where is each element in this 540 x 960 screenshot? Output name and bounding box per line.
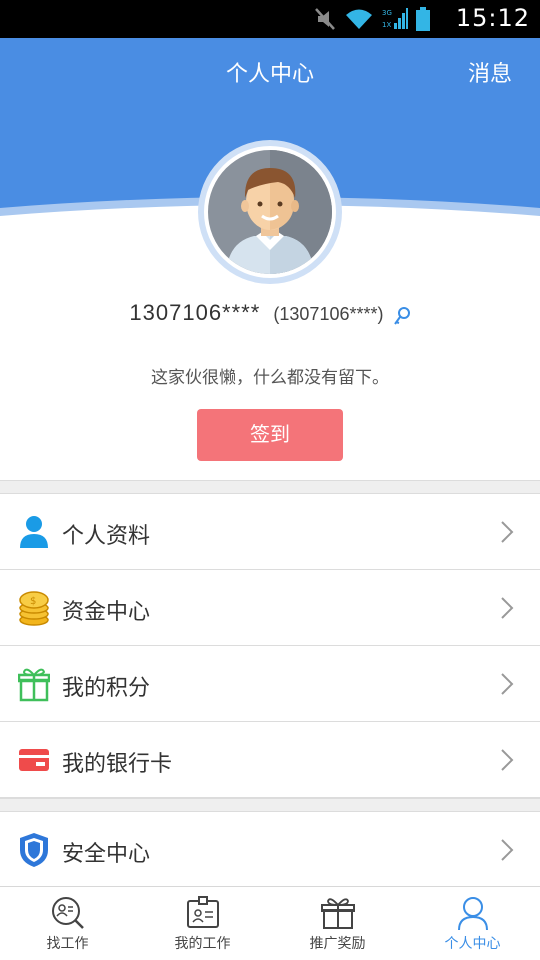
menu-item-label: 资金中心 <box>62 600 151 625</box>
menu-item-bank-card[interactable]: 我的银行卡 <box>0 722 540 798</box>
chevron-right-icon <box>501 521 514 543</box>
avatar-illustration <box>208 150 332 274</box>
menu-item-label: 我的积分 <box>62 676 151 701</box>
shield-icon <box>20 833 48 867</box>
svg-text:3G: 3G <box>382 9 392 17</box>
chevron-right-icon <box>501 749 514 771</box>
tab-referral-rewards[interactable]: 推广奖励 <box>270 887 405 960</box>
signal-icon: 3G 1X <box>382 8 408 29</box>
avatar[interactable] <box>198 140 342 284</box>
page-title: 个人中心 <box>225 62 314 87</box>
key-icon[interactable] <box>393 306 411 326</box>
menu-item-profile[interactable]: 个人资料 <box>0 494 540 570</box>
section-divider <box>0 480 540 494</box>
section-divider <box>0 798 540 812</box>
coins-icon: $ <box>19 591 49 626</box>
id-badge-icon <box>186 896 219 928</box>
menu-item-security[interactable]: 安全中心 <box>0 812 540 888</box>
bank-card-icon <box>19 749 49 771</box>
menu-item-label: 安全中心 <box>62 842 151 867</box>
search-resume-icon <box>51 897 84 929</box>
tab-my-jobs[interactable]: 我的工作 <box>135 887 270 960</box>
battery-icon <box>416 7 430 31</box>
chevron-right-icon <box>501 673 514 695</box>
person-icon <box>20 516 48 548</box>
username-row: 1307106**** (1307106****) <box>0 300 540 326</box>
username: 1307106**** <box>129 300 261 325</box>
gift-icon <box>18 668 50 702</box>
tab-label: 个人中心 <box>444 936 501 952</box>
menu-item-points[interactable]: 我的积分 <box>0 646 540 722</box>
status-bar: 3G 1X 15:12 <box>0 0 540 38</box>
chevron-right-icon <box>501 839 514 861</box>
bottom-nav: 找工作 我的工作 推广奖励 个人中心 <box>0 886 540 960</box>
svg-text:$: $ <box>30 596 36 607</box>
tab-personal-center[interactable]: 个人中心 <box>405 887 540 960</box>
checkin-button[interactable]: 签到 <box>197 409 343 461</box>
gift-box-icon <box>320 898 355 929</box>
messages-button[interactable]: 消息 <box>468 56 512 88</box>
menu-item-label: 个人资料 <box>62 524 151 549</box>
tab-label: 推广奖励 <box>309 936 366 952</box>
user-icon <box>457 897 488 931</box>
tab-label: 找工作 <box>46 936 89 952</box>
mute-icon <box>315 8 335 30</box>
wifi-icon <box>346 9 372 29</box>
username-detail: (1307106****) <box>273 304 384 324</box>
status-time: 15:12 <box>455 4 530 32</box>
status-icons: 3G 1X <box>314 6 430 32</box>
chevron-right-icon <box>501 597 514 619</box>
svg-text:1X: 1X <box>382 21 391 29</box>
signature-text: 这家伙很懒，什么都没有留下。 <box>151 368 389 388</box>
tab-label: 我的工作 <box>174 936 231 952</box>
tab-find-job[interactable]: 找工作 <box>0 887 135 960</box>
menu-item-funds[interactable]: $ 资金中心 <box>0 570 540 646</box>
menu-item-label: 我的银行卡 <box>62 752 173 777</box>
